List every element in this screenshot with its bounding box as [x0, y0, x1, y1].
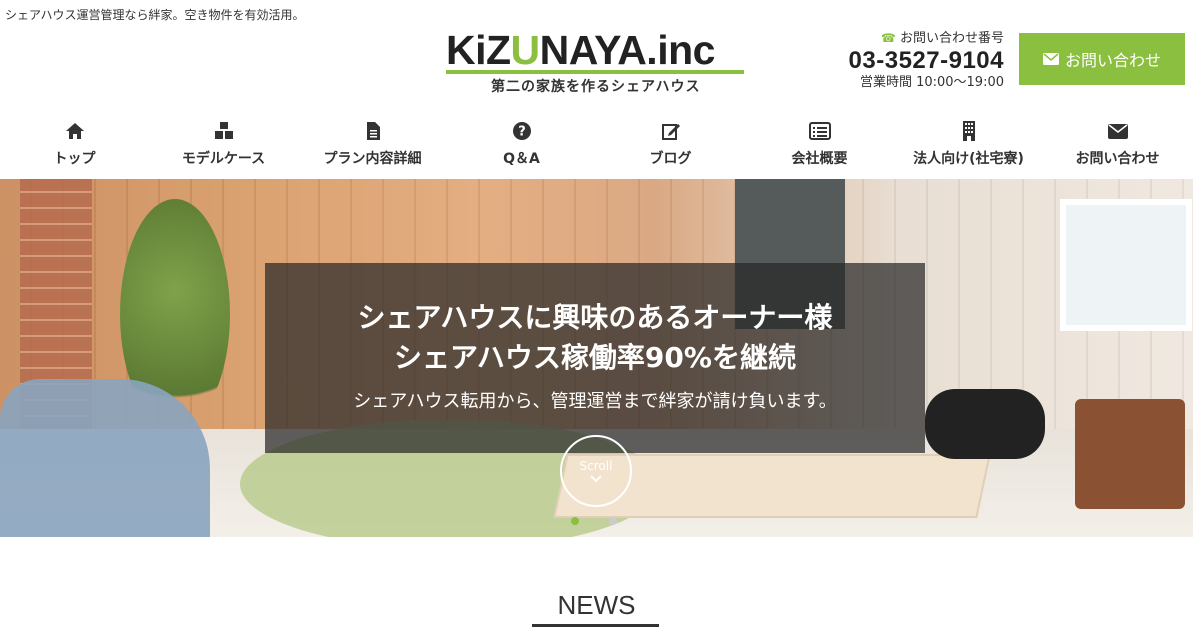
site-logo[interactable]: KiZUNAYA.inc 第二の家族を作るシェアハウス	[446, 28, 746, 98]
phone-number[interactable]: 03-3527-9104	[826, 47, 1004, 75]
nav-label: 会社概要	[791, 151, 848, 167]
chevron-down-icon	[590, 475, 602, 483]
edit-icon	[661, 124, 680, 140]
nav-label: トップ	[53, 151, 96, 167]
slider-dot[interactable]	[609, 517, 617, 525]
nav-label: 法人向け(社宅寮)	[913, 151, 1024, 167]
site-tagline: シェアハウス運営管理なら絆家。空き物件を有効活用。	[5, 8, 305, 22]
logo-underline	[446, 70, 744, 74]
contact-button-label: お問い合わせ	[1064, 51, 1161, 70]
question-icon: ?	[512, 122, 531, 140]
scroll-button[interactable]: Scroll	[560, 435, 632, 507]
envelope-icon	[1107, 124, 1128, 139]
hero-banner: シェアハウスに興味のあるオーナー様 シェアハウス稼働率90%を継続 シェアハウス…	[0, 179, 1193, 537]
hero-title: シェアハウスに興味のあるオーナー様 シェアハウス稼働率90%を継続	[265, 298, 925, 378]
contact-block: ☎ お問い合わせ番号 03-3527-9104 営業時間 10:00〜19:00	[826, 30, 1004, 91]
home-icon	[65, 123, 84, 139]
nav-item-plan-details[interactable]: プラン内容詳細	[298, 118, 447, 170]
nav-label: Q＆A	[503, 151, 540, 167]
window	[1060, 199, 1192, 331]
hero-subtitle: シェアハウス転用から、管理運営まで絆家が請け負います。	[353, 391, 837, 412]
suitcase	[1075, 399, 1185, 509]
nav-item-company[interactable]: 会社概要	[745, 118, 894, 170]
nav-item-corporate[interactable]: 法人向け(社宅寮)	[894, 118, 1043, 170]
building-icon	[962, 121, 975, 141]
nav-label: モデルケース	[181, 151, 266, 167]
sofa	[0, 379, 210, 537]
business-hours: 営業時間 10:00〜19:00	[859, 75, 1004, 90]
nav-item-qa[interactable]: ? Q＆A	[447, 118, 596, 170]
hero-title-line2: シェアハウス稼働率90%を継続	[394, 341, 796, 374]
nav-label: お問い合わせ	[1075, 151, 1160, 167]
slider-dot[interactable]	[571, 517, 579, 525]
nav-item-blog[interactable]: ブログ	[596, 118, 745, 170]
news-heading: NEWS	[557, 590, 636, 620]
news-underline	[532, 624, 659, 627]
cow-figure	[925, 389, 1045, 459]
list-icon	[808, 122, 831, 140]
nav-item-contact[interactable]: お問い合わせ	[1043, 118, 1192, 170]
document-icon	[366, 122, 380, 140]
main-nav: トップ モデルケース プラン内容詳細 ? Q＆A ブログ 会社概要 法人向け(社…	[0, 118, 1193, 170]
nav-item-model-case[interactable]: モデルケース	[149, 118, 298, 170]
scroll-label: Scroll	[579, 459, 613, 473]
logo-subtitle: 第二の家族を作るシェアハウス	[491, 79, 701, 95]
logo-wordmark: KiZUNAYA.inc	[446, 27, 715, 73]
contact-button[interactable]: お問い合わせ	[1019, 33, 1185, 85]
nav-label: ブログ	[649, 151, 692, 167]
contact-label: お問い合わせ番号	[899, 31, 1004, 46]
hero-title-line1: シェアハウスに興味のあるオーナー様	[357, 301, 833, 334]
nav-label: プラン内容詳細	[323, 151, 422, 167]
cubes-icon	[214, 122, 233, 139]
contact-label-row: ☎ お問い合わせ番号	[826, 30, 1004, 47]
slider-dots	[571, 517, 617, 525]
phone-icon: ☎	[880, 31, 896, 45]
envelope-icon	[1042, 53, 1059, 65]
nav-item-top[interactable]: トップ	[0, 118, 149, 170]
svg-text:?: ?	[518, 125, 526, 140]
